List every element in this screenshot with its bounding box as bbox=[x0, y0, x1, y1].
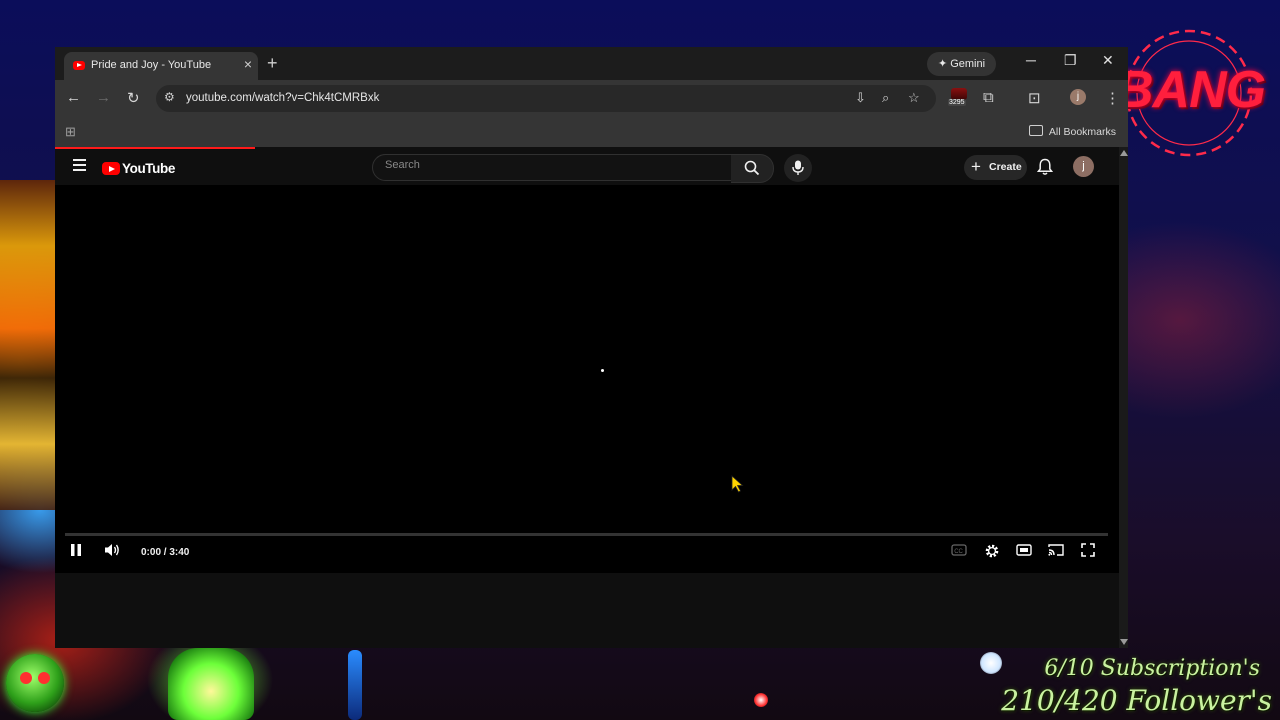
extensions-puzzle-icon[interactable]: ⧉ bbox=[983, 89, 994, 106]
search-icon bbox=[744, 160, 760, 176]
scroll-up-icon[interactable] bbox=[1120, 150, 1128, 156]
all-bookmarks-label: All Bookmarks bbox=[1048, 126, 1116, 138]
background-lamp bbox=[348, 650, 362, 720]
plus-icon: + bbox=[971, 157, 981, 176]
account-avatar[interactable]: j bbox=[1073, 156, 1094, 177]
microphone-icon bbox=[792, 160, 804, 175]
apps-grid-icon[interactable]: ⊞ bbox=[65, 124, 76, 140]
browser-toolbar: ← → ↻ ⚙ youtube.com/watch?v=Chk4tCMRBxk … bbox=[55, 80, 1128, 117]
gemini-label: Gemini bbox=[950, 58, 986, 70]
theater-mode-icon[interactable] bbox=[1016, 543, 1032, 557]
bookmarks-bar: ⊞ All Bookmarks bbox=[55, 117, 1128, 147]
restore-icon[interactable]: ❐ bbox=[1064, 52, 1077, 69]
extension-badge-count: 3295 bbox=[948, 99, 966, 106]
create-button[interactable]: + Create bbox=[964, 155, 1027, 180]
create-label: Create bbox=[989, 161, 1022, 173]
background-white-light bbox=[980, 652, 1002, 674]
bookmark-star-icon[interactable]: ☆ bbox=[908, 90, 920, 106]
install-icon[interactable]: ⇩ bbox=[855, 90, 866, 106]
gemini-button[interactable]: ✦ Gemini bbox=[927, 52, 996, 76]
forward-icon[interactable]: → bbox=[96, 89, 111, 106]
profile-avatar[interactable]: j bbox=[1070, 89, 1086, 105]
back-icon[interactable]: ← bbox=[66, 89, 81, 106]
background-neon-sign bbox=[0, 180, 55, 510]
reload-icon[interactable]: ↻ bbox=[127, 89, 140, 107]
youtube-header: YouTube + Create bbox=[55, 149, 1119, 185]
settings-gear-icon[interactable] bbox=[984, 543, 1000, 559]
sparkle-icon: ✦ bbox=[937, 58, 948, 70]
search-tabs-icon[interactable]: ⊡ bbox=[1028, 89, 1041, 107]
address-bar[interactable]: ⚙ youtube.com/watch?v=Chk4tCMRBxk ⇩ ⌕ ☆ bbox=[156, 85, 936, 112]
subscription-counter: 6/10 Subscription's bbox=[1044, 656, 1260, 681]
video-player[interactable]: 0:00 / 3:40 CC bbox=[55, 185, 1119, 573]
voice-search-button[interactable] bbox=[784, 154, 812, 182]
youtube-logo[interactable]: YouTube bbox=[102, 160, 175, 178]
zoom-icon[interactable]: ⌕ bbox=[882, 90, 889, 106]
menu-kebab-icon[interactable]: ⋮ bbox=[1105, 89, 1120, 107]
background-green-light bbox=[168, 648, 254, 720]
tab-close-icon[interactable]: × bbox=[244, 56, 252, 72]
mouse-cursor-icon bbox=[731, 475, 744, 493]
background-red-light bbox=[754, 693, 768, 707]
search-button[interactable] bbox=[731, 154, 774, 183]
video-progress-bar[interactable] bbox=[65, 533, 1108, 536]
video-time: 0:00 / 3:40 bbox=[141, 547, 190, 558]
volume-icon[interactable] bbox=[104, 543, 120, 557]
site-settings-icon[interactable]: ⚙ bbox=[164, 90, 175, 104]
search-box bbox=[372, 154, 732, 181]
follower-counter: 210/420 Follower's bbox=[1001, 684, 1272, 717]
minimize-icon[interactable]: ─ bbox=[1026, 52, 1036, 68]
svg-text:CC: CC bbox=[954, 549, 963, 555]
page-viewport: YouTube + Create bbox=[55, 147, 1128, 648]
captions-icon[interactable]: CC bbox=[951, 543, 967, 557]
tab-title: Pride and Joy - YouTube bbox=[91, 59, 212, 71]
extension-icon[interactable]: 3295 bbox=[948, 88, 970, 108]
tab-strip: Pride and Joy - YouTube × + ✦ Gemini ─ ❐… bbox=[55, 47, 1128, 80]
mascot-icon bbox=[6, 654, 64, 712]
scroll-down-icon[interactable] bbox=[1120, 639, 1128, 645]
search-input[interactable] bbox=[383, 158, 717, 172]
url-text[interactable]: youtube.com/watch?v=Chk4tCMRBxk bbox=[186, 92, 379, 104]
hamburger-menu-icon[interactable] bbox=[73, 159, 86, 174]
bang-logo: BANG bbox=[1116, 61, 1266, 119]
all-bookmarks-button[interactable]: All Bookmarks bbox=[1028, 125, 1116, 138]
pause-icon[interactable] bbox=[70, 543, 82, 557]
close-window-icon[interactable]: ✕ bbox=[1102, 52, 1114, 69]
notifications-bell-icon[interactable] bbox=[1037, 158, 1053, 176]
cast-icon[interactable] bbox=[1048, 543, 1064, 557]
below-player-area bbox=[55, 573, 1119, 648]
tab-youtube[interactable]: Pride and Joy - YouTube × bbox=[64, 52, 258, 80]
new-tab-button[interactable]: + bbox=[267, 53, 278, 74]
folder-icon bbox=[1028, 125, 1043, 136]
youtube-play-icon bbox=[102, 162, 120, 176]
fullscreen-icon[interactable] bbox=[1081, 543, 1095, 557]
youtube-favicon-icon bbox=[73, 61, 85, 70]
youtube-logo-text: YouTube bbox=[122, 161, 175, 177]
page-scrollbar[interactable] bbox=[1119, 147, 1128, 648]
loading-spinner-icon bbox=[601, 369, 604, 372]
browser-window: Pride and Joy - YouTube × + ✦ Gemini ─ ❐… bbox=[55, 47, 1128, 648]
